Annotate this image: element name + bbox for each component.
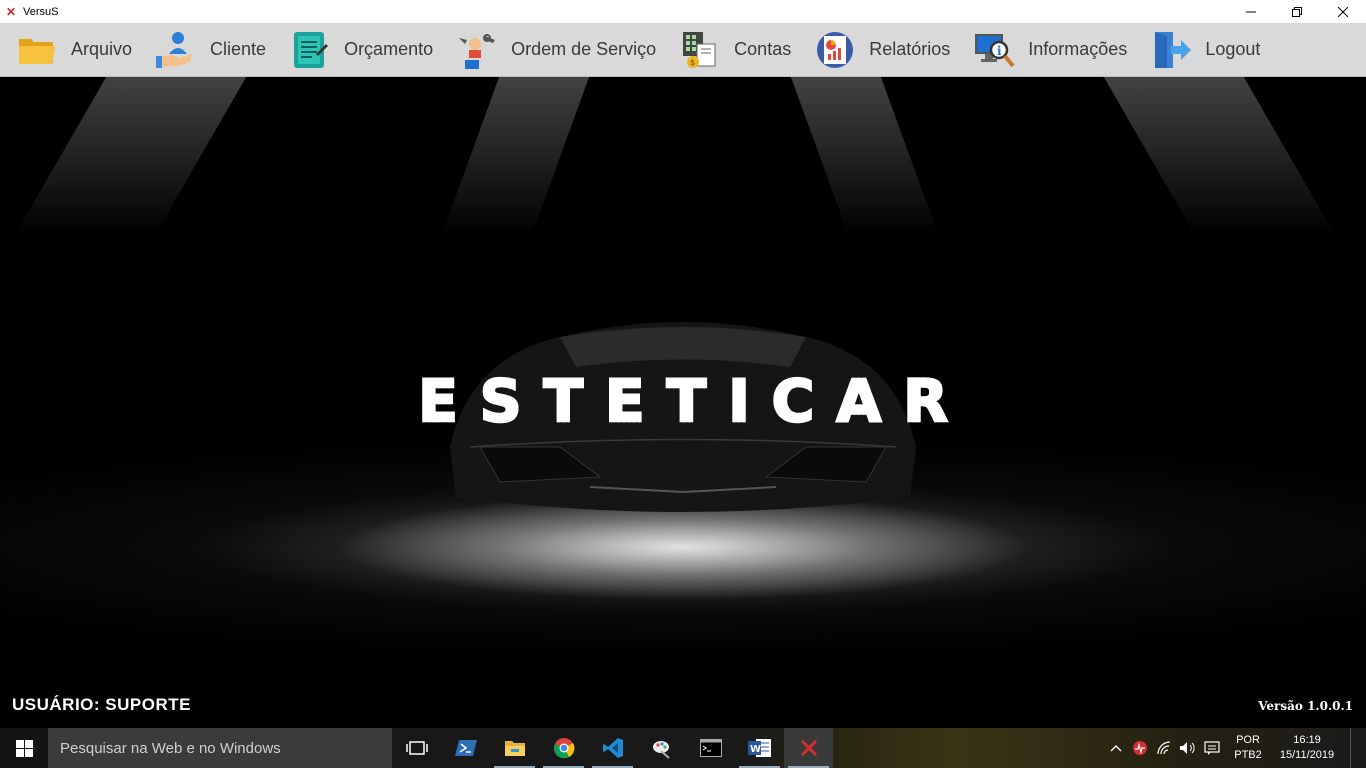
menu-item-contas[interactable]: $ Contas	[679, 23, 791, 77]
action-center-button[interactable]	[1200, 728, 1224, 768]
taskbar-search-input[interactable]: Pesquisar na Web e no Windows	[48, 728, 392, 768]
paint-icon	[652, 741, 670, 759]
reports-chart-icon	[814, 29, 856, 71]
taskbar-paint[interactable]	[637, 728, 686, 768]
light-beam	[440, 77, 590, 237]
file-explorer-icon	[504, 741, 525, 756]
taskbar-chrome[interactable]	[539, 728, 588, 768]
close-button[interactable]	[1320, 0, 1366, 23]
taskbar-terminal[interactable]	[686, 728, 735, 768]
main-background: ESTETICAR USUÁRIO: SUPORTE Versão 1.0.0.…	[0, 77, 1366, 728]
tray-app-button[interactable]	[1128, 728, 1152, 768]
menu-item-informacoes[interactable]: i Informações	[973, 23, 1127, 77]
document-icon	[289, 29, 331, 71]
powershell-icon	[454, 740, 477, 756]
menu-label-logout: Logout	[1205, 39, 1261, 59]
start-button[interactable]	[0, 728, 48, 768]
menu-label-arquivo: Arquivo	[71, 39, 133, 59]
svg-text:W: W	[750, 744, 761, 755]
menu-label-relatorios: Relatórios	[869, 39, 951, 59]
clock-time: 16:19	[1293, 734, 1321, 746]
lang-line-1: POR	[1236, 734, 1260, 746]
minimize-button[interactable]	[1228, 0, 1274, 23]
menu-item-arquivo[interactable]: Arquivo	[16, 23, 132, 77]
menu-label-cliente: Cliente	[210, 39, 267, 59]
lang-line-2: PTB2	[1234, 749, 1262, 761]
light-beam	[790, 77, 940, 237]
main-menu-bar: Arquivo Cliente Orçamento Ordem de Servi…	[0, 23, 1366, 77]
wifi-icon	[1157, 741, 1171, 755]
svg-text:$: $	[690, 58, 695, 67]
svg-text:i: i	[997, 44, 1002, 58]
service-tools-icon	[456, 29, 498, 71]
light-beam	[1103, 77, 1337, 237]
chrome-icon	[553, 738, 574, 759]
speaker-icon	[1180, 742, 1195, 754]
menu-label-informacoes: Informações	[1028, 39, 1128, 59]
info-search-icon: i	[973, 29, 1015, 71]
taskbar-vscode[interactable]	[588, 728, 637, 768]
restore-icon	[1292, 6, 1302, 17]
menu-item-orcamento[interactable]: Orçamento	[289, 23, 433, 77]
version-label: Versão 1.0.0.1	[1258, 699, 1353, 713]
show-hidden-icons-button[interactable]	[1104, 728, 1128, 768]
close-icon	[1338, 6, 1348, 17]
accounts-calculator-icon: $	[679, 29, 721, 71]
clock-button[interactable]: 16:19 15/11/2019	[1266, 733, 1348, 763]
title-bar: ✕ VersuS	[0, 0, 1366, 23]
minimize-icon	[1246, 11, 1256, 12]
word-icon: W	[747, 739, 771, 757]
brand-logo-text: ESTETICAR	[0, 366, 1366, 437]
window-title: VersuS	[23, 5, 59, 18]
light-beam	[13, 77, 247, 237]
show-desktop-button[interactable]	[1350, 728, 1366, 768]
menu-item-cliente[interactable]: Cliente	[155, 23, 266, 77]
taskbar-task-view[interactable]	[392, 728, 441, 768]
task-view-icon	[405, 741, 428, 755]
menu-label-contas: Contas	[734, 39, 792, 59]
input-language-button[interactable]: POR PTB2	[1230, 733, 1266, 763]
taskbar-powershell[interactable]	[441, 728, 490, 768]
windows-taskbar: Pesquisar na Web e no Windows W POR PTB2…	[0, 728, 1366, 768]
folder-icon	[16, 29, 58, 71]
brand-text: ESTETICAR	[417, 366, 970, 437]
versus-app-icon	[800, 739, 817, 757]
taskbar-word[interactable]: W	[735, 728, 784, 768]
logout-door-icon	[1150, 29, 1192, 71]
clock-date: 15/11/2019	[1279, 749, 1335, 761]
message-icon	[1204, 741, 1220, 755]
window-controls	[1228, 0, 1366, 23]
taskbar-versus-app[interactable]	[784, 728, 833, 768]
x-logo-icon: ✕	[5, 4, 17, 19]
network-button[interactable]	[1152, 728, 1176, 768]
volume-button[interactable]	[1176, 728, 1200, 768]
menu-item-logout[interactable]: Logout	[1150, 23, 1260, 77]
chevron-up-icon	[1110, 745, 1122, 752]
current-user-label: USUÁRIO: SUPORTE	[12, 695, 191, 714]
menu-item-ordem-servico[interactable]: Ordem de Serviço	[456, 23, 656, 77]
windows-logo-icon	[15, 739, 33, 757]
vscode-icon	[602, 738, 623, 758]
client-icon	[155, 29, 197, 71]
antivirus-icon	[1133, 741, 1147, 755]
terminal-icon	[699, 739, 722, 757]
restore-button[interactable]	[1274, 0, 1320, 23]
menu-label-orcamento: Orçamento	[344, 39, 434, 59]
system-tray: POR PTB2 16:19 15/11/2019	[1104, 728, 1366, 768]
menu-item-relatorios[interactable]: Relatórios	[814, 23, 950, 77]
menu-label-ordem-servico: Ordem de Serviço	[511, 39, 657, 59]
taskbar-file-explorer[interactable]	[490, 728, 539, 768]
